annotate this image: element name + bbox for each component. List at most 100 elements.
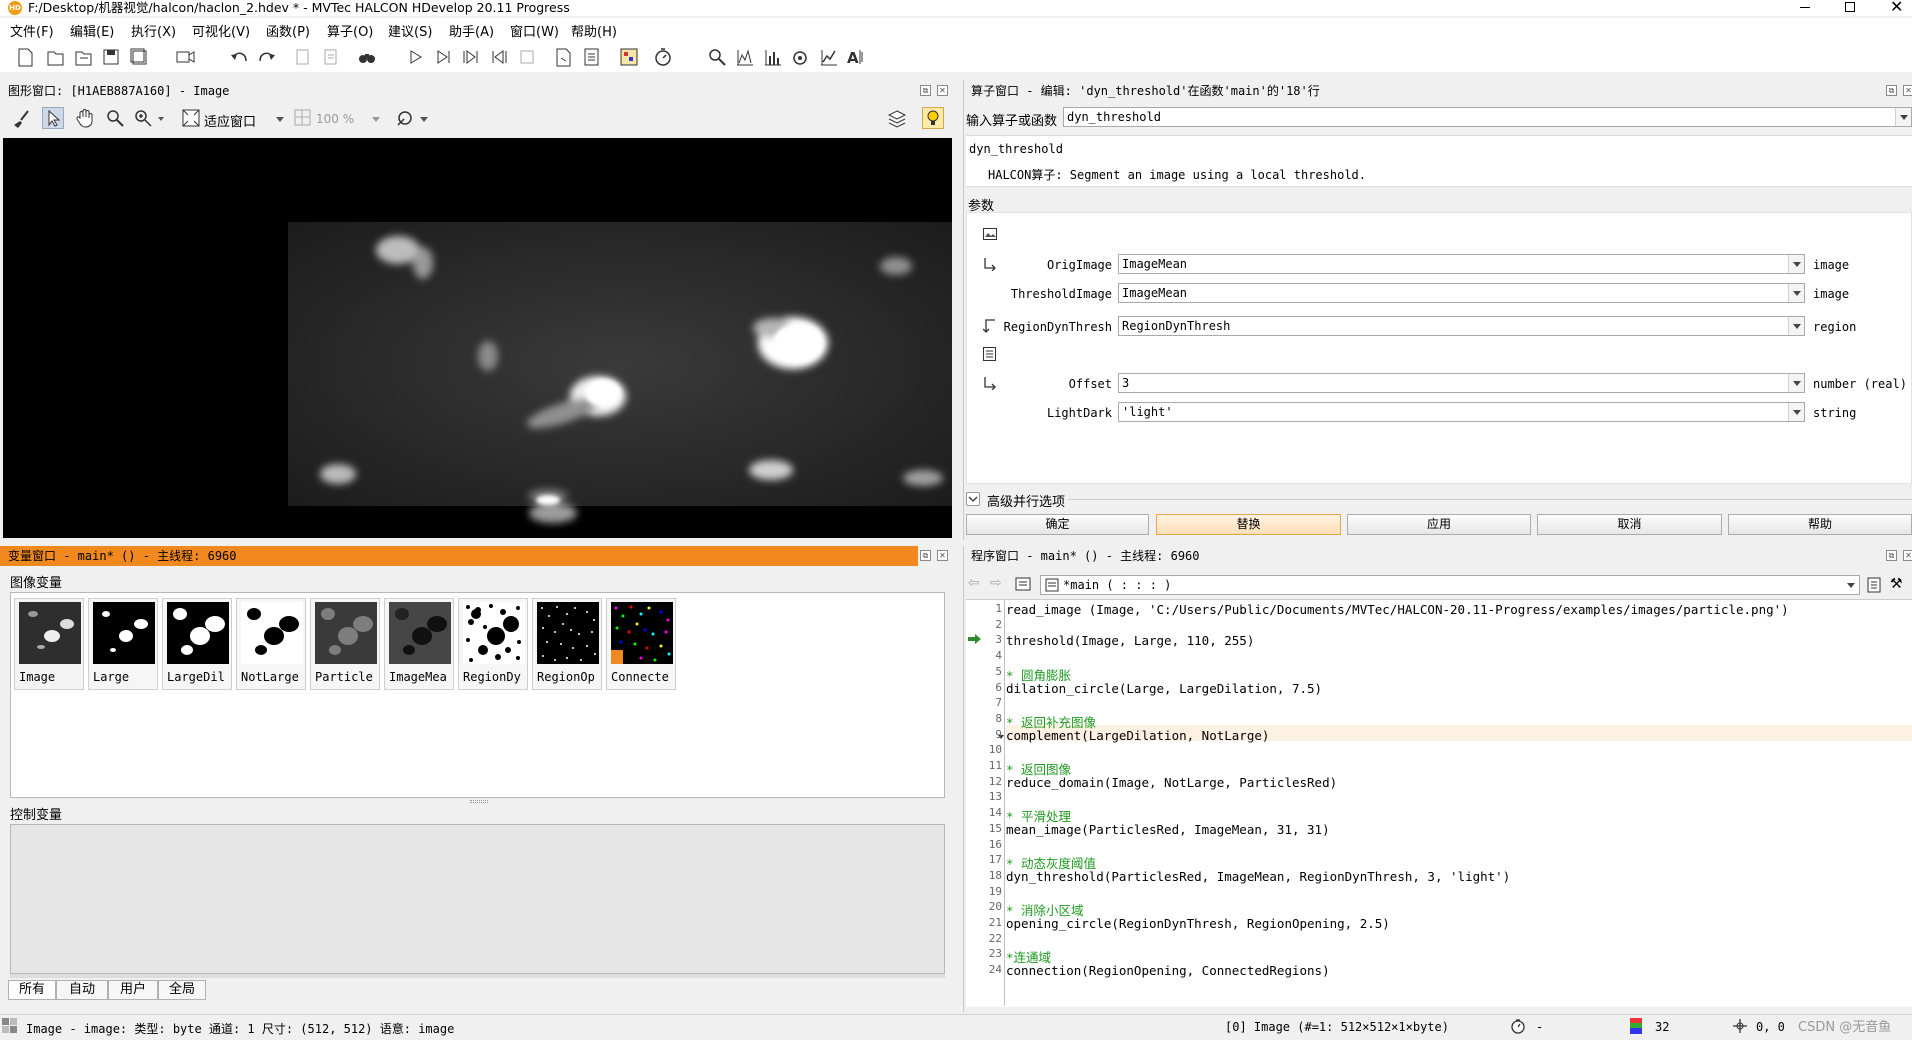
thumb-regiondynthresh[interactable]: RegionDy	[458, 598, 528, 690]
param-origimage-input[interactable]: ImageMean	[1118, 254, 1805, 274]
chevron-down-icon[interactable]	[1788, 374, 1804, 392]
menu-help[interactable]: 帮助(H)	[571, 21, 617, 40]
chevron-down-icon[interactable]	[1788, 317, 1804, 335]
menu-edit[interactable]: 编辑(E)	[70, 21, 114, 40]
back-arrow-icon[interactable]: ⇦	[968, 575, 980, 591]
panel-close-button[interactable]: ✕	[1903, 85, 1912, 96]
float-button[interactable]: ⧉	[1886, 550, 1897, 561]
undo-icon[interactable]	[228, 46, 250, 68]
find-icon[interactable]	[356, 46, 378, 68]
panel-close-button[interactable]: ✕	[1903, 550, 1912, 561]
ocr-icon[interactable]: A	[846, 46, 868, 68]
menu-procedures[interactable]: 函数(P)	[266, 21, 310, 40]
code-editor[interactable]	[966, 599, 1912, 1007]
redo-icon[interactable]	[256, 46, 278, 68]
step-over-icon[interactable]	[460, 46, 482, 68]
horizontal-scrollbar[interactable]	[10, 974, 945, 978]
open-example-icon[interactable]	[72, 46, 94, 68]
run-to-icon[interactable]	[432, 46, 454, 68]
code-line[interactable]: threshold(Image, Large, 110, 255)	[1006, 633, 1254, 648]
thumb-notlarge[interactable]: NotLarge	[236, 598, 306, 690]
advanced-toggle[interactable]	[966, 492, 980, 506]
float-button[interactable]: ⧉	[1886, 85, 1897, 96]
code-line[interactable]: connection(RegionOpening, ConnectedRegio…	[1006, 963, 1330, 978]
zoom-percent[interactable]: 100 %	[316, 112, 354, 126]
zoom-percent-arrow[interactable]	[372, 117, 380, 122]
ok-button[interactable]: 确定	[966, 514, 1149, 535]
reset-program-icon[interactable]	[552, 46, 574, 68]
zoom-icon[interactable]	[104, 107, 126, 129]
float-button[interactable]: ⧉	[920, 550, 931, 561]
pan-hand-icon[interactable]	[74, 107, 96, 129]
save-icon[interactable]	[100, 46, 122, 68]
record-icon[interactable]	[174, 46, 196, 68]
tab-user[interactable]: 用户	[108, 980, 158, 1000]
gray-histogram-chart-icon[interactable]	[734, 46, 756, 68]
code-line[interactable]: dyn_threshold(ParticlesRed, ImageMean, R…	[1006, 869, 1510, 884]
panel-close-button[interactable]: ✕	[937, 550, 948, 561]
forward-arrow-icon[interactable]: ⇨	[990, 575, 1002, 591]
code-line[interactable]: complement(LargeDilation, NotLarge)	[1006, 728, 1269, 743]
timer-icon[interactable]	[652, 46, 674, 68]
code-line[interactable]: opening_circle(RegionDynThresh, RegionOp…	[1006, 916, 1390, 931]
draw-shape-icon[interactable]	[394, 107, 416, 129]
menu-execute[interactable]: 执行(X)	[131, 21, 176, 40]
procedure-edit-icon[interactable]	[1866, 576, 1884, 594]
operator-input[interactable]: dyn_threshold	[1063, 107, 1912, 127]
code-line[interactable]: mean_image(ParticlesRed, ImageMean, 31, …	[1006, 822, 1330, 837]
tab-auto[interactable]: 自动	[56, 980, 108, 1000]
help-button[interactable]: 帮助	[1728, 514, 1912, 535]
cut-icon[interactable]	[292, 46, 314, 68]
chevron-down-icon[interactable]	[1788, 403, 1804, 421]
thumb-imagemean[interactable]: ImageMea	[384, 598, 454, 690]
open-file-icon[interactable]	[44, 46, 66, 68]
thumb-image[interactable]: Image	[14, 598, 84, 690]
tab-all[interactable]: 所有	[8, 980, 56, 1000]
paste-icon[interactable]	[320, 46, 342, 68]
procedure-select[interactable]: *main ( : : : )	[1040, 575, 1860, 595]
new-file-icon[interactable]	[14, 46, 36, 68]
grid-icon[interactable]	[292, 107, 314, 129]
replace-button[interactable]: 替换	[1156, 514, 1341, 535]
image-canvas[interactable]	[3, 138, 952, 538]
feature-histogram-icon[interactable]	[762, 46, 784, 68]
run-icon[interactable]	[404, 46, 426, 68]
menu-suggestions[interactable]: 建议(S)	[388, 21, 432, 40]
menu-visualization[interactable]: 可视化(V)	[192, 21, 250, 40]
param-regiondynthresh-input[interactable]: RegionDynThresh	[1118, 316, 1805, 336]
thumb-largedilation[interactable]: LargeDil	[162, 598, 232, 690]
code-line[interactable]: dilation_circle(Large, LargeDilation, 7.…	[1006, 681, 1322, 696]
zoom-icon[interactable]	[706, 46, 728, 68]
param-offset-input[interactable]: 3	[1118, 373, 1805, 393]
chevron-down-icon[interactable]	[1895, 108, 1911, 126]
thumb-large[interactable]: Large	[88, 598, 158, 690]
save-all-icon[interactable]	[128, 46, 150, 68]
procedure-tools-icon[interactable]: ⚒	[1890, 576, 1903, 592]
layers-icon[interactable]	[886, 107, 908, 129]
fit-window-icon[interactable]	[180, 107, 202, 129]
minimize-button[interactable]	[1800, 7, 1810, 8]
gray-histogram-icon[interactable]	[618, 46, 640, 68]
lightbulb-icon[interactable]	[922, 107, 944, 129]
splitter-handle[interactable]	[470, 800, 488, 803]
chevron-down-icon[interactable]	[1788, 255, 1804, 273]
fit-dropdown-arrow[interactable]	[276, 117, 284, 122]
menu-operators[interactable]: 算子(O)	[327, 21, 373, 40]
tab-global[interactable]: 全局	[158, 980, 206, 1000]
close-button[interactable]: ✕	[1890, 0, 1903, 16]
pointer-icon[interactable]	[42, 107, 64, 129]
maximize-button[interactable]	[1845, 2, 1855, 12]
menu-assistants[interactable]: 助手(A)	[449, 21, 494, 40]
fit-window-label[interactable]: 适应窗口	[204, 111, 256, 130]
advanced-parallel-label[interactable]: 高级并行选项	[987, 491, 1065, 510]
thumb-connectedregions[interactable]: Connecte	[606, 598, 676, 690]
apply-button[interactable]: 应用	[1347, 514, 1531, 535]
chevron-down-icon[interactable]	[1843, 576, 1859, 594]
line-profile-icon[interactable]	[818, 46, 840, 68]
zoom-in-icon[interactable]	[132, 107, 154, 129]
step-back-icon[interactable]	[488, 46, 510, 68]
procedure-list-icon[interactable]	[1015, 576, 1031, 592]
feature-inspection-icon[interactable]	[790, 46, 812, 68]
panel-close-button[interactable]: ✕	[937, 85, 948, 96]
code-line[interactable]: reduce_domain(Image, NotLarge, Particles…	[1006, 775, 1337, 790]
